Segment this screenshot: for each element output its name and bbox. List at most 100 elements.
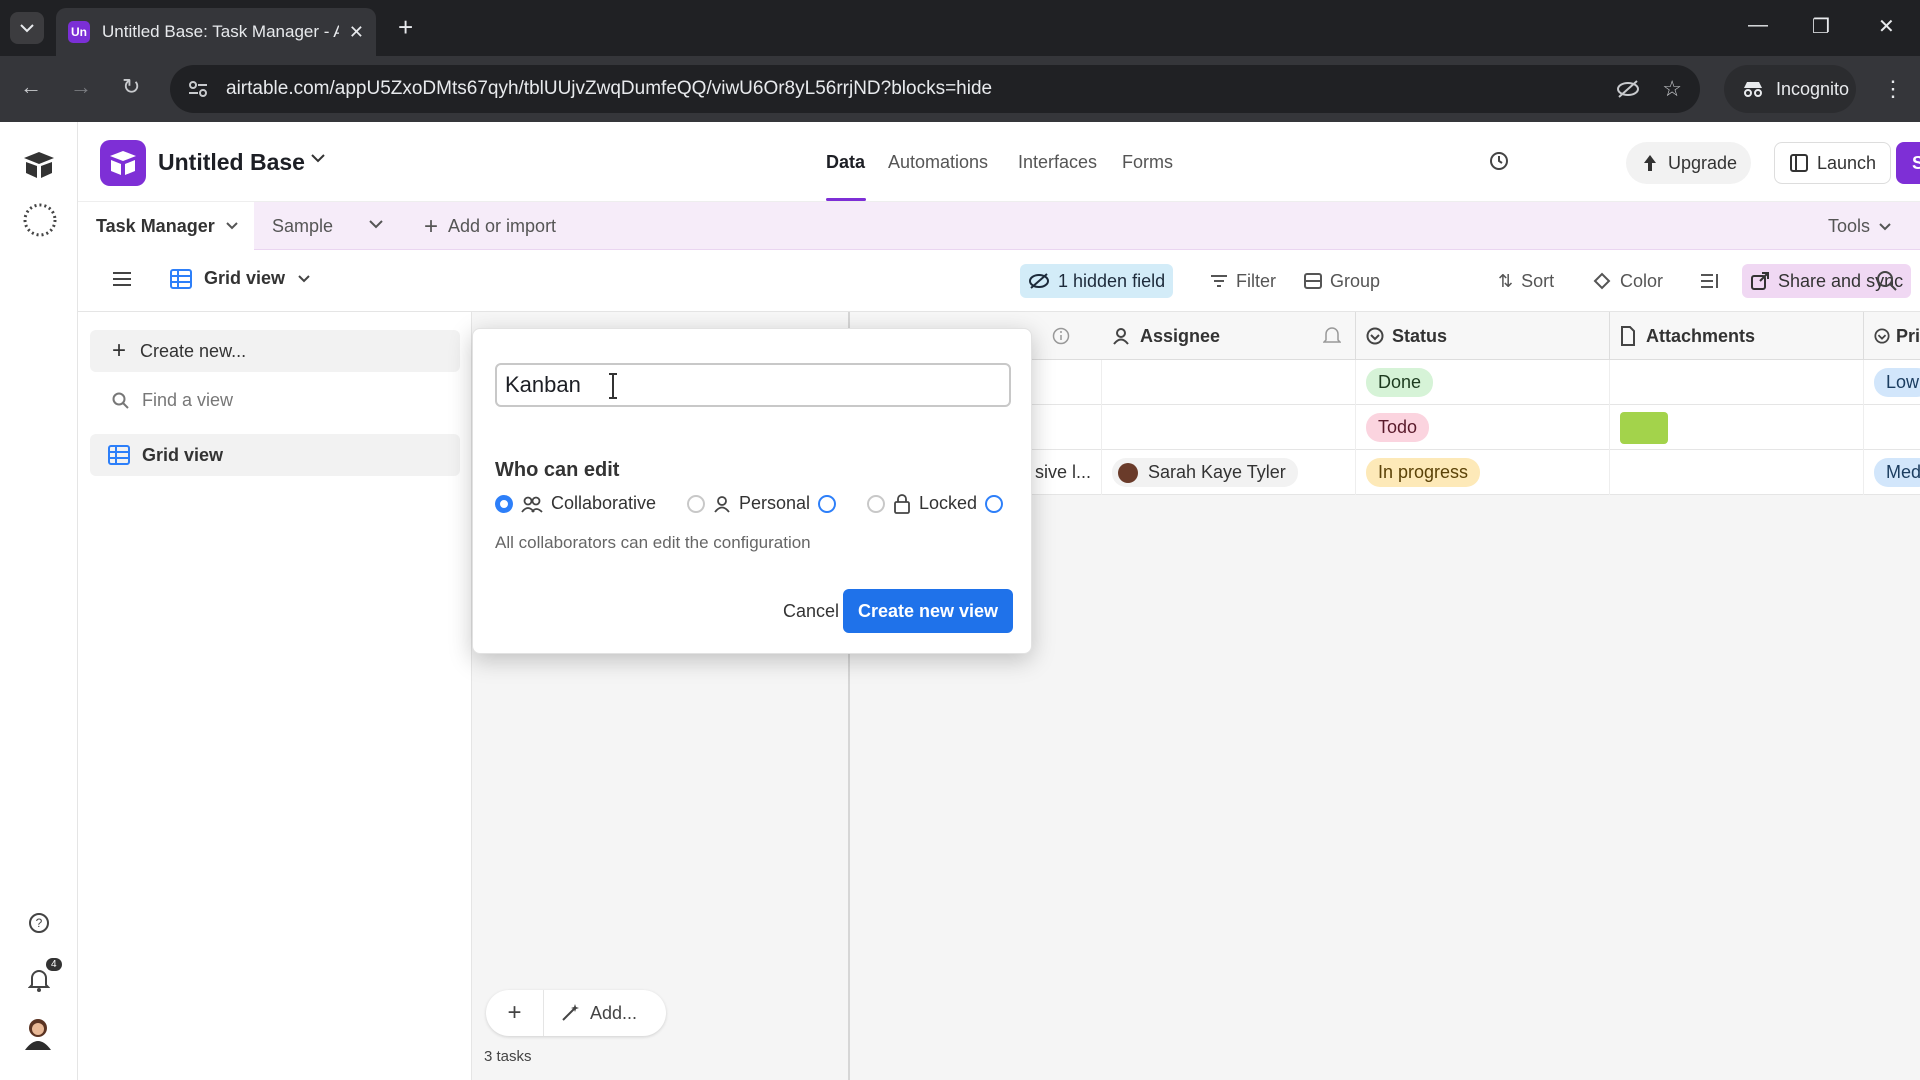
omni-loading-icon[interactable] — [22, 202, 58, 238]
launch-label: Launch — [1817, 152, 1877, 173]
attachment-thumbnail[interactable] — [1620, 411, 1668, 444]
filter-label: Filter — [1236, 270, 1276, 291]
color-button[interactable]: Color — [1584, 264, 1671, 298]
tools-menu[interactable]: Tools — [1828, 216, 1892, 237]
radio-collaborative[interactable]: Collaborative — [495, 493, 656, 514]
create-new-view-button[interactable]: Create new view — [843, 589, 1013, 633]
chevron-down-icon — [298, 274, 310, 282]
history-icon[interactable] — [1488, 150, 1510, 172]
cell-status[interactable]: Todo — [1356, 405, 1610, 450]
toggle-sidebar-icon[interactable] — [112, 270, 132, 288]
cell-priority[interactable] — [1864, 405, 1920, 450]
airtable-home-icon[interactable] — [22, 150, 56, 180]
radio-button[interactable] — [867, 494, 885, 513]
field-info-icon[interactable] — [1042, 312, 1078, 360]
tab-data[interactable]: Data — [826, 152, 865, 173]
add-or-import-button[interactable]: + Add or import — [424, 214, 557, 238]
tab-search-button[interactable] — [10, 12, 44, 44]
add-record-plus-icon[interactable]: + — [486, 990, 544, 1036]
window-close-icon[interactable]: ✕ — [1878, 14, 1895, 39]
user-field-icon — [1113, 328, 1129, 345]
radio-button[interactable] — [687, 494, 705, 513]
sidebar-item-grid-view[interactable]: Grid view — [90, 434, 460, 476]
filter-button[interactable]: Filter — [1202, 264, 1284, 298]
create-new-label: Create new... — [140, 340, 247, 361]
reload-icon[interactable]: ↻ — [122, 76, 140, 98]
cell-assignee[interactable] — [1102, 405, 1356, 450]
back-icon[interactable]: ← — [20, 76, 42, 98]
option-label: Locked — [919, 493, 978, 513]
add-or-import-label: Add or import — [448, 216, 557, 236]
cell-assignee[interactable] — [1102, 360, 1356, 405]
option-label: Personal — [739, 493, 811, 513]
row-height-button[interactable] — [1692, 264, 1728, 298]
new-tab-icon[interactable]: + — [398, 14, 413, 40]
cell-attachments[interactable] — [1610, 360, 1864, 405]
cell-status[interactable]: Done — [1356, 360, 1610, 405]
help-icon[interactable]: ? — [28, 912, 50, 934]
row-height-icon — [1701, 274, 1718, 288]
base-menu-chevron-icon[interactable] — [310, 152, 326, 164]
tab-forms[interactable]: Forms — [1122, 152, 1173, 173]
cell-status[interactable]: In progress — [1356, 450, 1610, 495]
cell-attachments[interactable] — [1610, 450, 1864, 495]
search-icon[interactable] — [1876, 270, 1898, 292]
column-label: Status — [1392, 325, 1448, 346]
attachment-field-icon — [1621, 326, 1635, 346]
upgrade-button[interactable]: Upgrade — [1626, 142, 1752, 184]
record-count: 3 tasks — [484, 1048, 532, 1065]
cell-attachments[interactable] — [1610, 405, 1864, 450]
premium-badge-icon[interactable] — [818, 494, 837, 513]
add-with-ai-button[interactable]: Add... — [544, 1003, 637, 1024]
status-badge: In progress — [1366, 458, 1481, 487]
table-tab-task-manager[interactable]: Task Manager — [78, 202, 254, 250]
group-label: Group — [1330, 270, 1381, 291]
cell-priority[interactable]: Med — [1864, 450, 1920, 495]
sort-button[interactable]: ⇅ Sort — [1490, 264, 1562, 298]
column-header-status[interactable]: Status — [1356, 312, 1610, 360]
upgrade-icon — [1644, 155, 1656, 171]
launch-button[interactable]: Launch — [1774, 142, 1892, 184]
search-icon — [112, 392, 129, 409]
column-header-priority[interactable]: Pri — [1864, 312, 1920, 360]
forward-icon[interactable]: → — [70, 76, 92, 98]
account-avatar[interactable] — [22, 1016, 54, 1052]
share-button[interactable]: Share — [1896, 142, 1920, 184]
filter-icon — [1211, 275, 1227, 287]
cell-priority[interactable]: Low — [1864, 360, 1920, 405]
incognito-indicator[interactable]: Incognito — [1724, 65, 1856, 113]
tab-automations[interactable]: Automations — [888, 152, 988, 173]
base-name[interactable]: Untitled Base — [158, 149, 305, 176]
view-toolbar: Grid view 1 hidden field Filter Group ⇅ … — [78, 250, 1920, 312]
browser-tab[interactable]: Un Untitled Base: Task Manager - A ✕ — [56, 8, 376, 56]
radio-locked[interactable]: Locked — [867, 493, 1004, 514]
all-tables-chevron-icon[interactable] — [368, 218, 384, 230]
cell-assignee[interactable]: Sarah Kaye Tyler — [1102, 450, 1356, 495]
view-switcher[interactable]: Grid view — [170, 268, 311, 289]
tab-interfaces[interactable]: Interfaces — [1018, 152, 1097, 173]
column-header-attachments[interactable]: Attachments — [1610, 312, 1864, 360]
base-logo-icon[interactable] — [100, 140, 146, 186]
airtable-favicon: Un — [68, 21, 90, 43]
group-button[interactable]: Group — [1296, 264, 1388, 298]
hide-fields-button[interactable]: 1 hidden field — [1020, 264, 1174, 298]
notifications-icon[interactable]: 4 — [28, 958, 62, 992]
sort-label: Sort — [1521, 270, 1555, 291]
restore-icon[interactable]: ❐ — [1812, 14, 1830, 39]
radio-button[interactable] — [495, 494, 513, 513]
paint-bucket-icon — [1593, 272, 1611, 290]
bookmark-star-icon[interactable]: ☆ — [1662, 76, 1682, 102]
create-new-view-button[interactable]: + Create new... — [90, 330, 460, 372]
tab-close-icon[interactable]: ✕ — [349, 22, 364, 43]
premium-badge-icon[interactable] — [985, 494, 1004, 513]
minimize-icon[interactable]: — — [1748, 14, 1768, 37]
address-bar[interactable]: airtable.com/appU5ZxoDMts67qyh/tblUUjvZw… — [170, 65, 1700, 113]
view-name-input[interactable] — [495, 363, 1011, 407]
radio-personal[interactable]: Personal — [687, 493, 837, 514]
magic-wand-icon — [562, 1004, 579, 1021]
browser-menu-icon[interactable]: ⋮ — [1882, 76, 1904, 102]
find-view-search[interactable]: Find a view — [112, 390, 233, 411]
column-header-assignee[interactable]: Assignee — [1102, 312, 1356, 360]
table-tab-sample[interactable]: Sample — [272, 216, 333, 237]
text-cursor-icon — [609, 373, 617, 399]
